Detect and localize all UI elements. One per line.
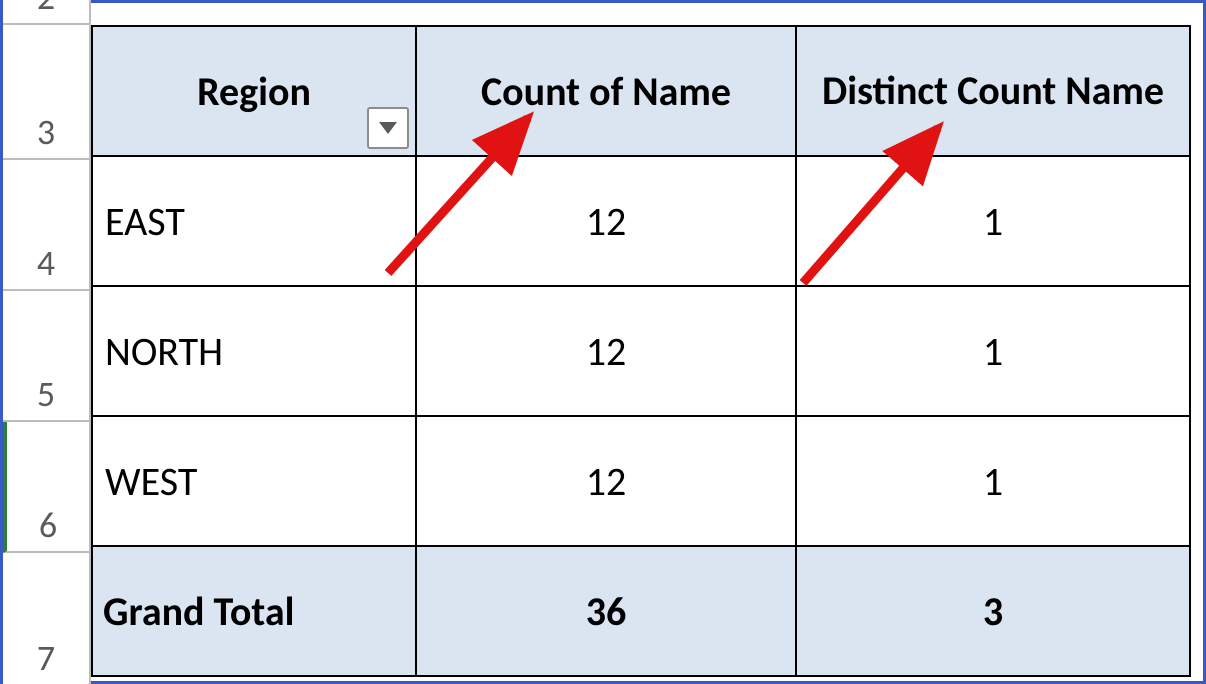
cell-distinct[interactable]: 1 xyxy=(796,416,1190,546)
cell-count[interactable]: 12 xyxy=(416,286,796,416)
row-header-gutter: 2 3 4 5 6 7 xyxy=(3,3,91,681)
pivot-header-row: Region Count of Name Distinct Count Name xyxy=(92,26,1190,156)
table-row: NORTH 12 1 xyxy=(92,286,1190,416)
grand-total-row: Grand Total 36 3 xyxy=(92,546,1190,676)
column-header-distinct[interactable]: Distinct Count Name xyxy=(796,26,1190,156)
row-header-3[interactable]: 3 xyxy=(3,25,91,160)
row-header-2[interactable]: 2 xyxy=(3,0,91,25)
chevron-down-icon xyxy=(379,122,397,134)
header-label: Count of Name xyxy=(481,67,731,116)
row-number: 4 xyxy=(37,241,55,285)
table-row: EAST 12 1 xyxy=(92,156,1190,286)
header-label: Region xyxy=(197,67,311,116)
header-label: Distinct Count Name xyxy=(822,66,1164,115)
row-number: 6 xyxy=(39,503,57,547)
row-header-5[interactable]: 5 xyxy=(3,291,91,422)
row-number: 5 xyxy=(37,372,55,416)
column-header-count[interactable]: Count of Name xyxy=(416,26,796,156)
row-header-7[interactable]: 7 xyxy=(3,553,91,684)
cell-count[interactable]: 12 xyxy=(416,156,796,286)
cell-region[interactable]: NORTH xyxy=(92,286,416,416)
pivot-table: Region Count of Name Distinct Count Name… xyxy=(91,25,1191,677)
spreadsheet-viewport: 2 3 4 5 6 7 Region xyxy=(0,0,1206,684)
column-header-region[interactable]: Region xyxy=(92,26,416,156)
row-header-4[interactable]: 4 xyxy=(3,160,91,291)
row-number: 7 xyxy=(37,636,55,680)
cell-count[interactable]: 12 xyxy=(416,416,796,546)
cell-distinct[interactable]: 1 xyxy=(796,156,1190,286)
row-header-6[interactable]: 6 xyxy=(3,422,91,553)
filter-dropdown-button[interactable] xyxy=(367,107,409,149)
cell-grand-total-distinct[interactable]: 3 xyxy=(796,546,1190,676)
row-number: 3 xyxy=(37,110,55,154)
cell-region[interactable]: WEST xyxy=(92,416,416,546)
cell-grand-total-count[interactable]: 36 xyxy=(416,546,796,676)
table-row: WEST 12 1 xyxy=(92,416,1190,546)
cell-grand-total-label[interactable]: Grand Total xyxy=(92,546,416,676)
cell-distinct[interactable]: 1 xyxy=(796,286,1190,416)
row-number: 2 xyxy=(37,0,55,19)
cell-region[interactable]: EAST xyxy=(92,156,416,286)
